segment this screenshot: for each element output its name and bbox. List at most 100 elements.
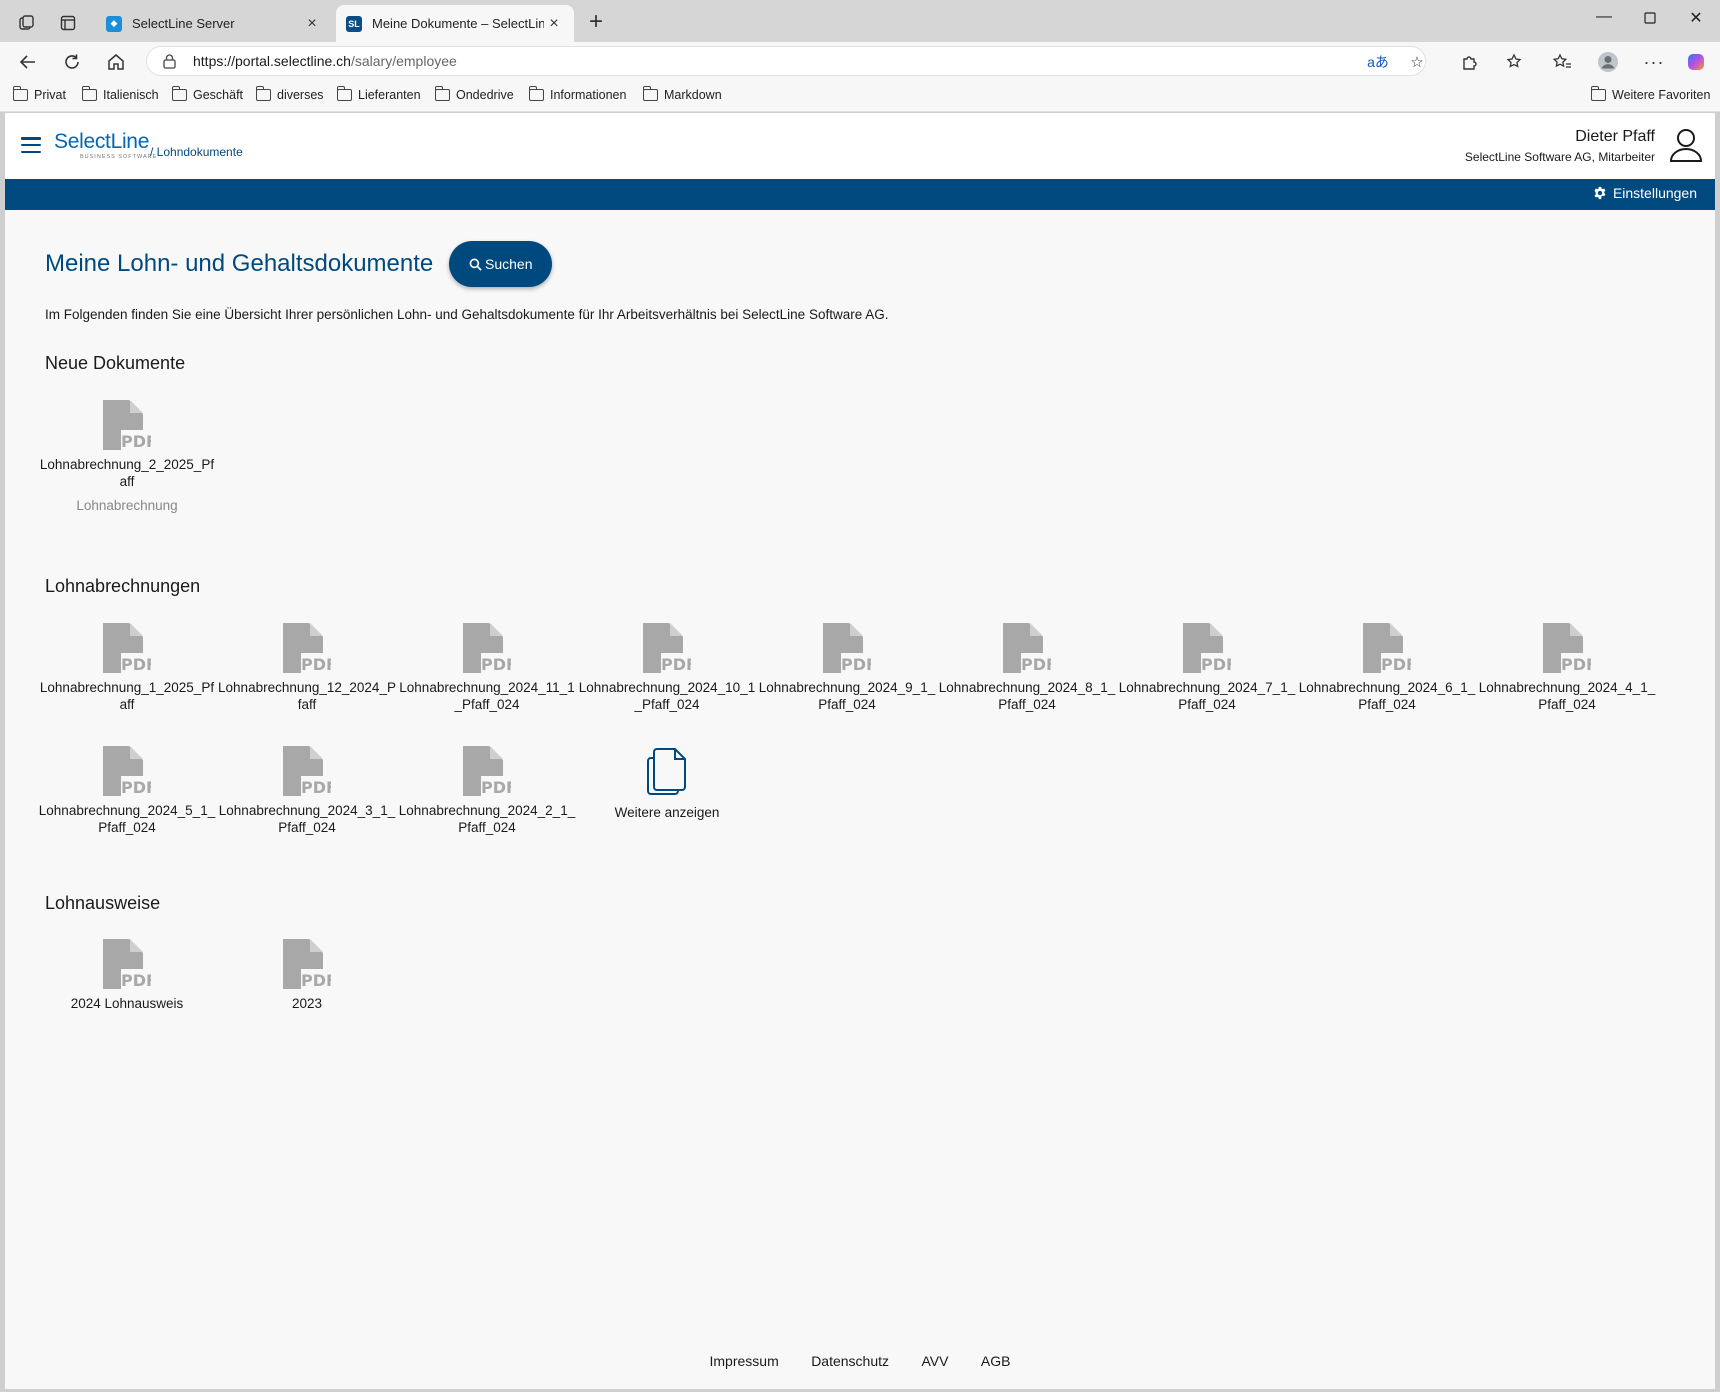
bookmark-markdown[interactable]: Markdown: [643, 86, 722, 102]
breadcrumb[interactable]: / Lohndokumente: [150, 145, 243, 159]
document-name: Lohnabrechnung_2024_4_1_Pfaff_024: [1478, 680, 1656, 712]
document-name: Lohnabrechnung_12_2024_Pfaff: [218, 680, 396, 712]
folder-icon: [13, 86, 28, 101]
footer-link-avv[interactable]: AVV: [921, 1353, 948, 1369]
document-item[interactable]: PDF Lohnabrechnung_2024_2_1_Pfaff_024: [397, 746, 577, 836]
tab-actions-icon[interactable]: [54, 9, 82, 37]
svg-text:PDF: PDF: [1561, 655, 1591, 673]
home-icon[interactable]: [102, 48, 130, 76]
svg-text:PDF: PDF: [481, 778, 511, 796]
copy-documents-icon: [647, 748, 686, 795]
section-title-payslips: Lohnabrechnungen: [45, 576, 201, 596]
bookmark-label: Informationen: [550, 88, 627, 102]
profile-avatar[interactable]: [1594, 48, 1622, 76]
bookmark-lieferanten[interactable]: Lieferanten: [337, 86, 421, 102]
show-more-button[interactable]: Weitere anzeigen: [577, 746, 757, 821]
document-name: 2024 Lohnausweis: [70, 996, 184, 1011]
document-item[interactable]: PDF Lohnabrechnung_2024_8_1_Pfaff_024: [937, 623, 1117, 713]
workspaces-icon[interactable]: [13, 9, 41, 37]
favorites-icon[interactable]: [1548, 48, 1576, 76]
document-name: Lohnabrechnung_2024_2_1_Pfaff_024: [398, 803, 576, 835]
bookmarks-bar: Privat Italienisch Geschäft diverses Lie…: [0, 80, 1720, 112]
document-name: 2023: [291, 996, 323, 1011]
search-button[interactable]: Suchen: [449, 241, 553, 287]
favorite-star-icon[interactable]: ☆: [1404, 48, 1430, 76]
hamburger-menu-icon[interactable]: [21, 137, 41, 153]
document-item[interactable]: PDF Lohnabrechnung_12_2024_Pfaff: [217, 623, 397, 713]
extension-puzzle-icon[interactable]: [1456, 48, 1484, 76]
pdf-file-icon: PDF: [283, 746, 331, 796]
user-profile-icon[interactable]: [1669, 127, 1703, 163]
bookmark-label: Italienisch: [103, 88, 159, 102]
document-name: Lohnabrechnung_2024_7_1_Pfaff_024: [1118, 680, 1296, 712]
bookmark-weitere-favoriten[interactable]: Weitere Favoriten: [1591, 86, 1710, 102]
svg-text:PDF: PDF: [1381, 655, 1411, 673]
svg-text:PDF: PDF: [481, 655, 511, 673]
folder-icon: [1591, 86, 1606, 101]
pdf-file-icon: PDF: [103, 400, 151, 450]
svg-text:PDF: PDF: [301, 971, 331, 989]
new-tab-icon[interactable]: +: [582, 8, 610, 36]
document-item[interactable]: PDF Lohnabrechnung_2024_3_1_Pfaff_024: [217, 746, 397, 836]
settings-button[interactable]: Einstellungen: [1593, 185, 1697, 201]
pdf-file-icon: PDF: [1363, 623, 1411, 673]
page-title: Meine Lohn- und Gehaltsdokumente: [45, 250, 434, 277]
back-icon[interactable]: [14, 48, 42, 76]
document-item[interactable]: PDF 2024 Lohnausweis: [37, 939, 217, 1012]
pdf-file-icon: PDF: [463, 746, 511, 796]
document-item[interactable]: PDF Lohnabrechnung_2024_4_1_Pfaff_024: [1477, 623, 1657, 713]
document-item[interactable]: PDF Lohnabrechnung_1_2025_Pfaff: [37, 623, 217, 713]
reload-icon[interactable]: [58, 48, 86, 76]
browser-essentials-icon[interactable]: [1500, 48, 1528, 76]
nav-bar: Einstellungen: [5, 179, 1715, 210]
selectline-server-favicon: ◆: [106, 15, 122, 32]
document-name: Lohnabrechnung_2024_5_1_Pfaff_024: [38, 803, 216, 835]
document-item[interactable]: PDF Lohnabrechnung_2_2025_Pfaff Lohnabre…: [37, 400, 217, 513]
bookmark-diverses[interactable]: diverses: [256, 86, 324, 102]
search-icon: [469, 258, 482, 271]
pdf-file-icon: PDF: [1543, 623, 1591, 673]
document-item[interactable]: PDF 2023: [217, 939, 397, 1012]
copilot-icon[interactable]: [1682, 48, 1710, 76]
address-bar[interactable]: https://portal.selectline.ch/salary/empl…: [146, 46, 1426, 76]
bookmark-informationen[interactable]: Informationen: [529, 86, 627, 102]
browser-tabbar: ◆ SelectLine Server × SL Meine Dokumente…: [0, 0, 1720, 42]
bookmark-label: diverses: [277, 88, 324, 102]
document-name: Lohnabrechnung_2024_6_1_Pfaff_024: [1298, 680, 1476, 712]
section-title-new-documents: Neue Dokumente: [45, 353, 186, 373]
bookmark-privat[interactable]: Privat: [13, 86, 66, 102]
user-role: SelectLine Software AG, Mitarbeiter: [1464, 150, 1655, 164]
more-menu-icon[interactable]: ···: [1640, 48, 1668, 76]
tab-selectline-server[interactable]: ◆ SelectLine Server ×: [96, 5, 332, 42]
lock-icon[interactable]: [163, 53, 177, 69]
bookmark-ondedrive[interactable]: Ondedrive: [435, 86, 514, 102]
document-item[interactable]: PDF Lohnabrechnung_2024_9_1_Pfaff_024: [757, 623, 937, 713]
selectline-logo[interactable]: SelectLine BUSINESS SOFTWARE: [54, 131, 157, 160]
url-path: /salary/employee: [350, 53, 457, 69]
close-window-icon[interactable]: ✕: [1676, 8, 1716, 28]
pdf-file-icon: PDF: [823, 623, 871, 673]
document-item[interactable]: PDF Lohnabrechnung_2024_5_1_Pfaff_024: [37, 746, 217, 836]
bookmark-italienisch[interactable]: Italienisch: [82, 86, 159, 102]
svg-text:PDF: PDF: [1021, 655, 1051, 673]
footer-link-datenschutz[interactable]: Datenschutz: [811, 1353, 889, 1369]
svg-text:PDF: PDF: [301, 655, 331, 673]
close-tab-icon[interactable]: ×: [302, 15, 322, 33]
bookmark-label: Markdown: [664, 88, 722, 102]
pdf-file-icon: PDF: [1003, 623, 1051, 673]
minimize-icon[interactable]: —: [1584, 8, 1624, 26]
tab-meine-dokumente[interactable]: SL Meine Dokumente – SelectLine Lohndoku…: [336, 5, 574, 42]
svg-text:PDF: PDF: [121, 655, 151, 673]
maximize-icon[interactable]: [1630, 8, 1670, 29]
footer-link-agb[interactable]: AGB: [981, 1353, 1011, 1369]
pdf-file-icon: PDF: [103, 746, 151, 796]
document-item[interactable]: PDF Lohnabrechnung_2024_7_1_Pfaff_024: [1117, 623, 1297, 713]
document-item[interactable]: PDF Lohnabrechnung_2024_11_1_Pfaff_024: [397, 623, 577, 713]
document-item[interactable]: PDF Lohnabrechnung_2024_6_1_Pfaff_024: [1297, 623, 1477, 713]
tab-title: SelectLine Server: [132, 16, 235, 31]
document-item[interactable]: PDF Lohnabrechnung_2024_10_1_Pfaff_024: [577, 623, 757, 713]
bookmark-geschaeft[interactable]: Geschäft: [172, 86, 243, 102]
close-tab-icon[interactable]: ×: [544, 15, 564, 33]
translate-icon[interactable]: aあ: [1365, 48, 1391, 76]
footer-link-impressum[interactable]: Impressum: [710, 1353, 779, 1369]
